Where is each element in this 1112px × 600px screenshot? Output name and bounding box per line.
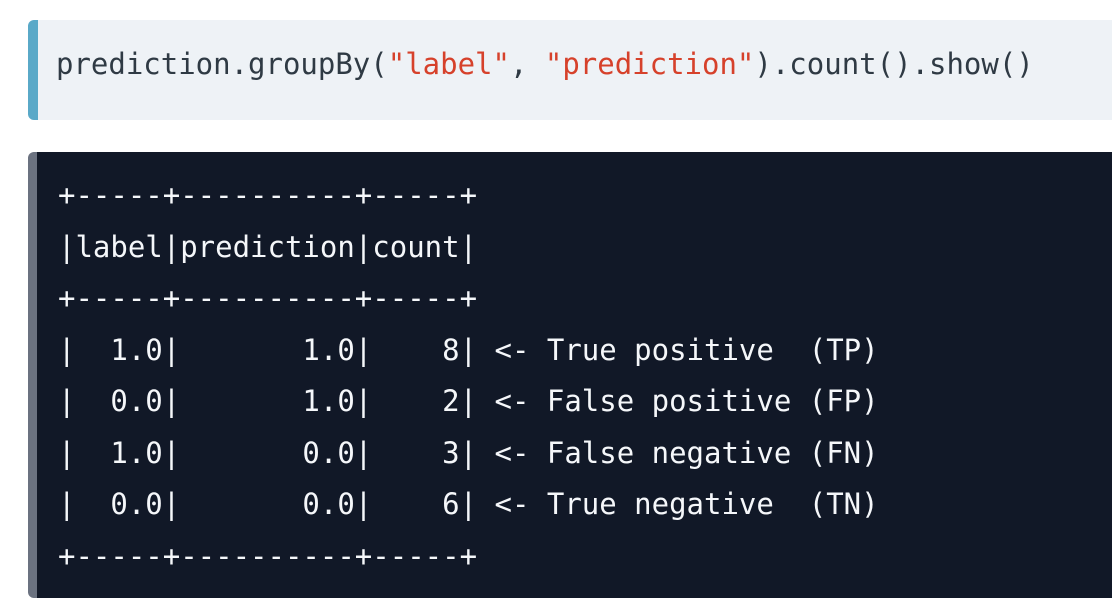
- output-line-true-positive: | 1.0| 1.0| 8| <- True positive (TP): [58, 332, 879, 367]
- output-line-false-positive: | 0.0| 1.0| 2| <- False positive (FP): [58, 384, 879, 418]
- output-line-true-negative: | 0.0| 0.0| 6| <- True negative (TN): [58, 487, 879, 521]
- output-line-border-top: +-----+----------+-----+: [58, 178, 478, 212]
- output-line-false-negative: | 1.0| 0.0| 3| <- False negative (FN): [58, 435, 879, 470]
- code-cell[interactable]: prediction.groupBy("label", "prediction"…: [28, 20, 1112, 120]
- code-line: prediction.groupBy("label", "prediction"…: [56, 44, 1034, 84]
- code-suffix: ).count().show(): [754, 47, 1034, 81]
- output-block: +-----+----------+-----+ |label|predicti…: [28, 152, 1112, 598]
- code-string-prediction: "prediction": [544, 47, 755, 81]
- output-line-border-bottom: +-----+----------+-----+: [58, 538, 478, 573]
- code-separator: ,: [509, 47, 545, 81]
- code-prefix: prediction.groupBy(: [56, 47, 388, 81]
- code-string-label: "label": [387, 47, 510, 81]
- output-line-border-mid: +-----+----------+-----+: [58, 281, 478, 315]
- output-text: +-----+----------+-----+ |label|predicti…: [58, 170, 879, 582]
- output-line-header: |label|prediction|count|: [58, 229, 478, 264]
